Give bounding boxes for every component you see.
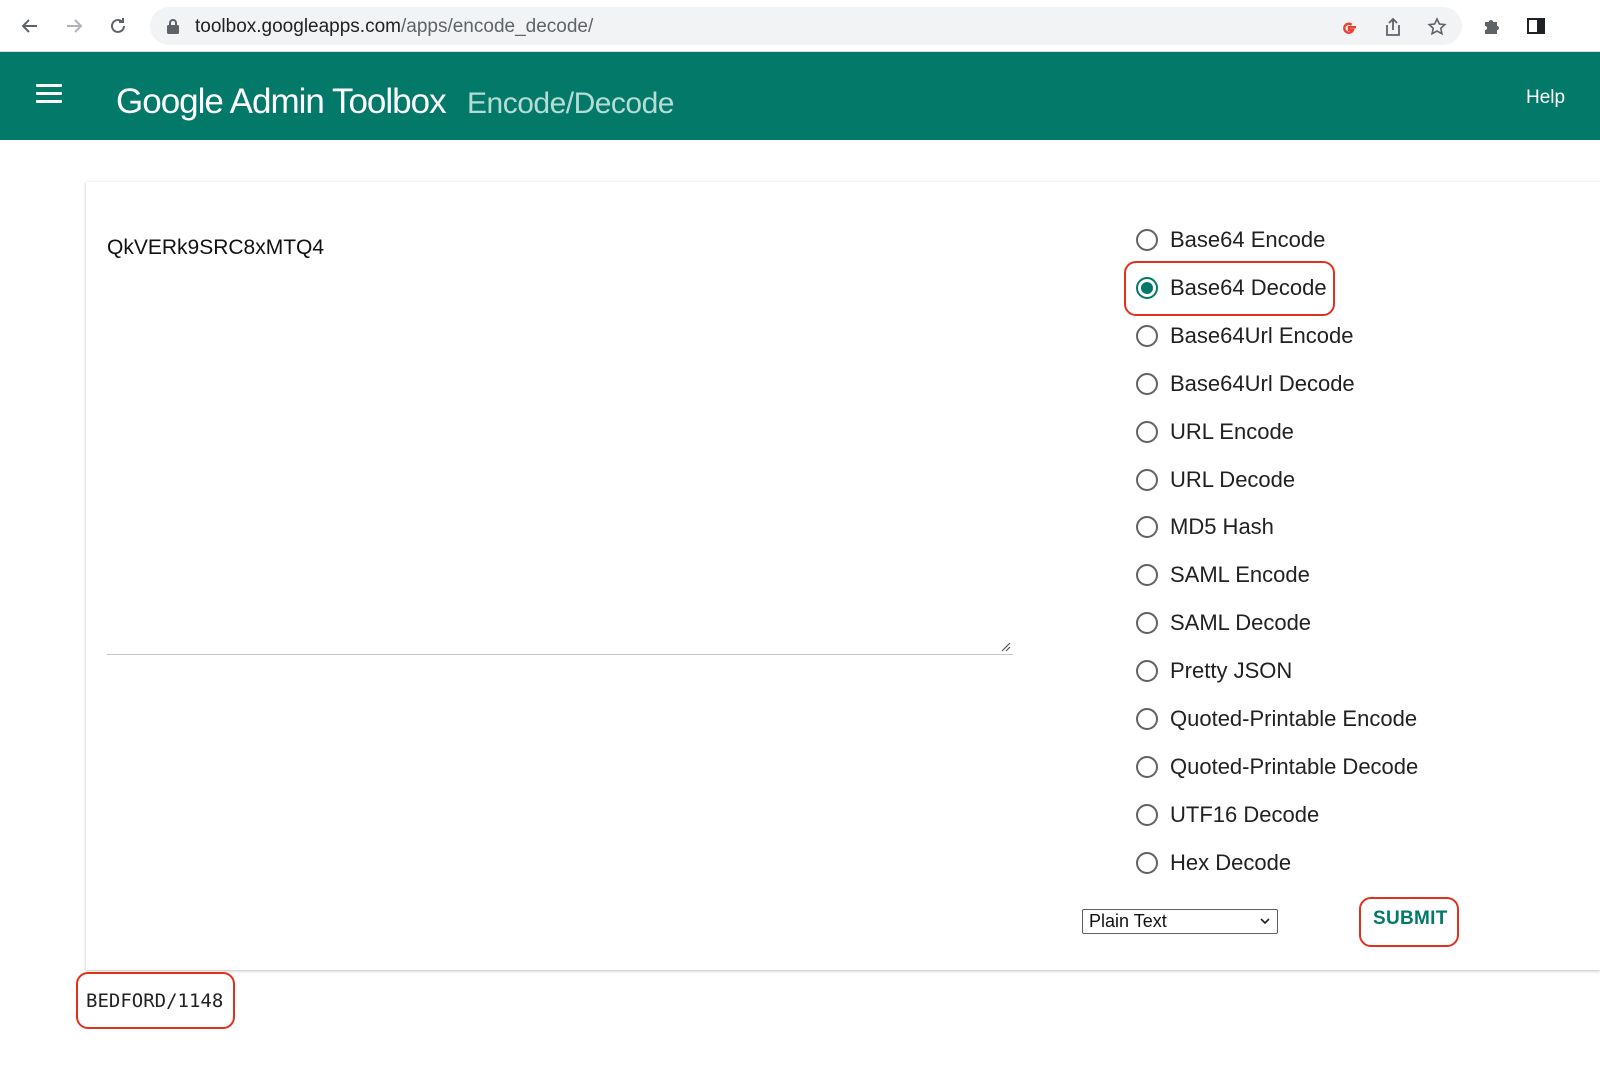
- radio-label: SAML Encode: [1170, 562, 1310, 587]
- input-value: QkVERk9SRC8xMTQ4: [107, 236, 325, 259]
- radio-url-decode[interactable]: URL Decode: [1136, 462, 1295, 498]
- star-icon: [1427, 17, 1447, 36]
- radio-base64url-encode[interactable]: Base64Url Encode: [1136, 318, 1353, 354]
- side-panel-button[interactable]: [1523, 13, 1549, 39]
- radio-label: Base64Url Encode: [1170, 323, 1354, 348]
- radio-label: Base64 Encode: [1170, 227, 1326, 252]
- app-header: Google Admin Toolbox Encode/Decode Help: [0, 52, 1600, 140]
- radio-label: Base64Url Decode: [1170, 371, 1355, 396]
- radio-pretty-json[interactable]: Pretty JSON: [1136, 653, 1292, 689]
- encode-decode-card: QkVERk9SRC8xMTQ4 Base64 Encode Base64 De…: [86, 182, 1600, 970]
- page-title: Encode/Decode: [467, 87, 675, 120]
- radio-base64-encode[interactable]: Base64 Encode: [1136, 222, 1325, 258]
- resize-handle-icon[interactable]: [999, 640, 1011, 652]
- share-icon: [1386, 17, 1400, 36]
- extensions-button[interactable]: [1479, 13, 1505, 39]
- radio-button[interactable]: [1136, 660, 1158, 682]
- radio-button[interactable]: [1136, 612, 1158, 634]
- radio-utf16-decode[interactable]: UTF16 Decode: [1136, 797, 1319, 833]
- app-title[interactable]: Google Admin Toolbox: [116, 82, 447, 122]
- decoded-output: BEDFORD/1148: [86, 990, 224, 1012]
- radio-saml-encode[interactable]: SAML Encode: [1136, 557, 1310, 593]
- side-panel-icon: [1527, 18, 1545, 34]
- radio-label: MD5 Hash: [1170, 514, 1274, 539]
- radio-button[interactable]: [1136, 852, 1158, 874]
- browser-toolbar: toolbox.googleapps.com/apps/encode_decod…: [0, 0, 1600, 52]
- radio-button[interactable]: [1136, 564, 1158, 586]
- radio-button[interactable]: [1136, 373, 1158, 395]
- share-button[interactable]: [1382, 16, 1404, 38]
- back-button[interactable]: [14, 10, 46, 42]
- highlight-submit: [1359, 897, 1459, 947]
- format-select[interactable]: Plain Text: [1082, 909, 1278, 934]
- radio-button[interactable]: [1136, 516, 1158, 538]
- arrow-right-icon: [67, 19, 83, 33]
- hamburger-menu-icon[interactable]: [36, 84, 64, 106]
- address-bar[interactable]: toolbox.googleapps.com/apps/encode_decod…: [150, 7, 1462, 45]
- google-icon: [1343, 22, 1356, 34]
- radio-url-encode[interactable]: URL Encode: [1136, 414, 1294, 450]
- radio-saml-decode[interactable]: SAML Decode: [1136, 605, 1311, 641]
- puzzle-icon: [1485, 20, 1499, 34]
- radio-quoted-printable-encode[interactable]: Quoted-Printable Encode: [1136, 701, 1417, 737]
- reload-button[interactable]: [102, 10, 134, 42]
- radio-base64url-decode[interactable]: Base64Url Decode: [1136, 366, 1355, 402]
- highlight-base64-decode: [1124, 261, 1335, 316]
- radio-button[interactable]: [1136, 421, 1158, 443]
- radio-label: UTF16 Decode: [1170, 802, 1320, 827]
- radio-button[interactable]: [1136, 708, 1158, 730]
- radio-label: Quoted-Printable Decode: [1170, 754, 1419, 779]
- forward-button[interactable]: [58, 10, 90, 42]
- radio-button[interactable]: [1136, 756, 1158, 778]
- radio-label: URL Encode: [1170, 419, 1294, 444]
- radio-button[interactable]: [1136, 469, 1158, 491]
- chevron-down-icon: [1260, 918, 1270, 925]
- arrow-left-icon: [21, 19, 37, 33]
- radio-button[interactable]: [1136, 804, 1158, 826]
- format-select-value: Plain Text: [1089, 911, 1167, 931]
- radio-label: SAML Decode: [1170, 610, 1312, 635]
- lock-icon: [167, 19, 179, 34]
- radio-label: Pretty JSON: [1170, 658, 1293, 683]
- help-link[interactable]: Help: [1526, 87, 1565, 109]
- radio-button[interactable]: [1136, 229, 1158, 251]
- radio-md5-hash[interactable]: MD5 Hash: [1136, 509, 1274, 545]
- radio-label: Quoted-Printable Encode: [1170, 706, 1418, 731]
- url-text: toolbox.googleapps.com/apps/encode_decod…: [195, 16, 594, 37]
- radio-button[interactable]: [1136, 325, 1158, 347]
- bookmark-button[interactable]: [1426, 16, 1448, 38]
- radio-hex-decode[interactable]: Hex Decode: [1136, 845, 1291, 881]
- google-lens-button[interactable]: [1338, 16, 1360, 38]
- reload-icon: [111, 18, 125, 33]
- radio-label: Hex Decode: [1170, 850, 1292, 875]
- input-textarea[interactable]: QkVERk9SRC8xMTQ4: [107, 230, 1013, 655]
- radio-quoted-printable-decode[interactable]: Quoted-Printable Decode: [1136, 749, 1418, 785]
- radio-label: URL Decode: [1170, 467, 1296, 492]
